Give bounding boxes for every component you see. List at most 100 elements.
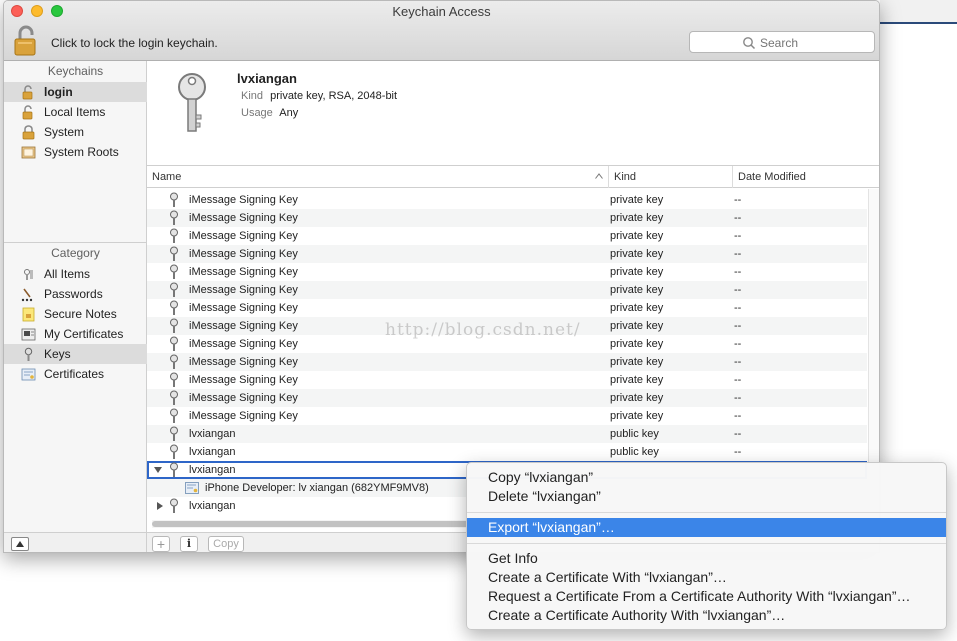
disclosure-collapsed-icon[interactable] bbox=[155, 501, 165, 511]
table-row[interactable]: iMessage Signing Key private key -- bbox=[147, 407, 867, 425]
titlebar: Keychain Access Click to lock the login … bbox=[4, 1, 879, 61]
get-info-button[interactable]: i bbox=[180, 536, 198, 552]
secure-note-icon bbox=[22, 307, 35, 322]
row-date: -- bbox=[734, 266, 742, 278]
table-row[interactable]: iMessage Signing Key private key -- bbox=[147, 371, 867, 389]
my-certificates-icon bbox=[21, 328, 36, 341]
row-name: lvxiangan bbox=[189, 500, 236, 512]
sidebar-item-keys[interactable]: Keys bbox=[4, 344, 147, 364]
column-header-kind[interactable]: Kind bbox=[609, 166, 733, 188]
menu-item-delete[interactable]: Delete “lvxiangan” bbox=[467, 487, 946, 506]
row-name: iMessage Signing Key bbox=[189, 410, 298, 422]
row-name: iMessage Signing Key bbox=[189, 320, 298, 332]
menu-separator bbox=[467, 512, 946, 513]
row-kind: private key bbox=[610, 410, 664, 422]
key-icon bbox=[170, 498, 178, 513]
sidebar-item-local-items[interactable]: Local Items bbox=[4, 102, 147, 122]
table-row[interactable]: iMessage Signing Key private key -- bbox=[147, 227, 867, 245]
window-title: Keychain Access bbox=[392, 4, 491, 19]
table-row[interactable]: lvxiangan public key -- bbox=[147, 425, 867, 443]
sidebar-item-label: System Roots bbox=[44, 145, 119, 159]
row-kind: private key bbox=[610, 212, 664, 224]
add-item-button[interactable]: + bbox=[152, 536, 170, 552]
sidebar-item-secure-notes[interactable]: Secure Notes bbox=[4, 304, 147, 324]
search-input[interactable] bbox=[760, 34, 870, 51]
menu-item-create-certificate[interactable]: Create a Certificate With “lvxiangan”… bbox=[467, 568, 946, 587]
row-name: iMessage Signing Key bbox=[189, 212, 298, 224]
menu-item-get-info[interactable]: Get Info bbox=[467, 549, 946, 568]
kind-label: Kind bbox=[241, 90, 264, 102]
table-row[interactable]: iMessage Signing Key private key -- bbox=[147, 389, 867, 407]
row-kind: private key bbox=[610, 302, 664, 314]
table-row[interactable]: iMessage Signing Key private key -- bbox=[147, 209, 867, 227]
sidebar-item-label: Passwords bbox=[44, 287, 103, 301]
sidebar-item-login[interactable]: login bbox=[4, 82, 147, 102]
disclosure-expanded-icon[interactable] bbox=[153, 465, 163, 475]
column-header-name[interactable]: Name bbox=[147, 166, 609, 188]
certificate-icon bbox=[21, 368, 36, 381]
column-header-label: Name bbox=[152, 171, 182, 183]
sidebar-item-system-roots[interactable]: System Roots bbox=[4, 142, 147, 162]
show-sidebar-toggle[interactable] bbox=[11, 537, 29, 551]
row-name: iMessage Signing Key bbox=[189, 392, 298, 404]
detail-pane: lvxiangan Kind private key, RSA, 2048-bi… bbox=[147, 61, 879, 166]
table-row[interactable]: iMessage Signing Key private key -- bbox=[147, 353, 867, 371]
sidebar-item-system[interactable]: System bbox=[4, 122, 147, 142]
row-name: iMessage Signing Key bbox=[189, 230, 298, 242]
table-row[interactable]: iMessage Signing Key private key -- bbox=[147, 191, 867, 209]
table-row[interactable]: iMessage Signing Key private key -- bbox=[147, 263, 867, 281]
key-icon bbox=[170, 210, 178, 225]
menu-item-export[interactable]: Export “lvxiangan”… bbox=[467, 518, 946, 537]
password-dots-icon bbox=[21, 288, 33, 302]
menu-separator bbox=[467, 543, 946, 544]
row-date: -- bbox=[734, 446, 742, 458]
kind-row: Kind private key, RSA, 2048-bit bbox=[241, 90, 397, 102]
row-date: -- bbox=[734, 338, 742, 350]
row-kind: private key bbox=[610, 392, 664, 404]
unlocked-padlock-icon[interactable] bbox=[14, 25, 40, 57]
triangle-up-icon bbox=[16, 541, 24, 547]
column-header-date-modified[interactable]: Date Modified bbox=[733, 166, 879, 188]
search-icon bbox=[743, 37, 756, 50]
menu-item-request-certificate[interactable]: Request a Certificate From a Certificate… bbox=[467, 587, 946, 606]
sidebar-item-passwords[interactable]: Passwords bbox=[4, 284, 147, 304]
table-row[interactable]: iMessage Signing Key private key -- bbox=[147, 281, 867, 299]
row-kind: private key bbox=[610, 194, 664, 206]
kind-value: private key, RSA, 2048-bit bbox=[270, 90, 398, 102]
key-icon bbox=[170, 192, 178, 207]
table-row[interactable]: iMessage Signing Key private key -- bbox=[147, 299, 867, 317]
menu-item-create-certificate-authority[interactable]: Create a Certificate Authority With “lvx… bbox=[467, 606, 946, 625]
search-field[interactable] bbox=[689, 31, 875, 53]
column-header-label: Kind bbox=[614, 171, 637, 183]
row-name: iMessage Signing Key bbox=[189, 266, 298, 278]
unlocked-padlock-icon bbox=[22, 85, 33, 100]
key-icon bbox=[170, 408, 178, 423]
sidebar-item-certificates[interactable]: Certificates bbox=[4, 364, 147, 384]
key-icon bbox=[170, 228, 178, 243]
table-row[interactable]: iMessage Signing Key private key -- bbox=[147, 245, 867, 263]
table-row[interactable]: lvxiangan public key -- bbox=[147, 443, 867, 461]
horizontal-scrollbar-thumb[interactable] bbox=[152, 521, 482, 527]
row-date: -- bbox=[734, 428, 742, 440]
row-date: -- bbox=[734, 302, 742, 314]
row-date: -- bbox=[734, 248, 742, 260]
row-name: iPhone Developer: lv xiangan (682YMF9MV8… bbox=[205, 482, 429, 494]
key-icon bbox=[170, 390, 178, 405]
key-icon bbox=[170, 462, 178, 477]
copy-button[interactable]: Copy bbox=[208, 536, 244, 552]
row-name: iMessage Signing Key bbox=[189, 284, 298, 296]
key-icon bbox=[170, 444, 178, 459]
background-app-toolbar bbox=[880, 0, 957, 24]
keychains-header: Keychains bbox=[47, 64, 104, 78]
key-icon bbox=[170, 300, 178, 315]
sidebar-item-all-items[interactable]: All Items bbox=[4, 264, 147, 284]
sidebar-item-label: Keys bbox=[44, 347, 71, 361]
menu-item-copy[interactable]: Copy “lvxiangan” bbox=[467, 468, 946, 487]
row-name: iMessage Signing Key bbox=[189, 302, 298, 314]
row-date: -- bbox=[734, 320, 742, 332]
key-icon bbox=[170, 336, 178, 351]
row-kind: private key bbox=[610, 230, 664, 242]
row-date: -- bbox=[734, 374, 742, 386]
sidebar-item-my-certificates[interactable]: My Certificates bbox=[4, 324, 147, 344]
row-name: iMessage Signing Key bbox=[189, 194, 298, 206]
